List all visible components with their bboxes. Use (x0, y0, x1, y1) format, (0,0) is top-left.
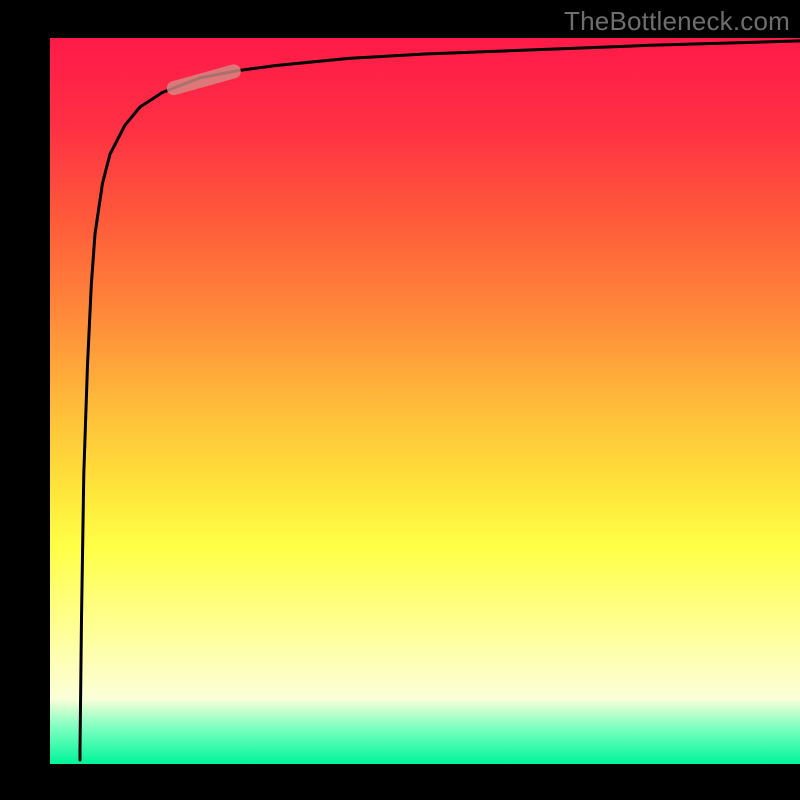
curve-line (80, 41, 800, 750)
highlight-marker (174, 71, 234, 88)
plot-area (50, 38, 800, 764)
watermark-text: TheBottleneck.com (564, 6, 790, 37)
chart-svg (50, 38, 800, 764)
chart-frame: TheBottleneck.com (0, 0, 800, 800)
